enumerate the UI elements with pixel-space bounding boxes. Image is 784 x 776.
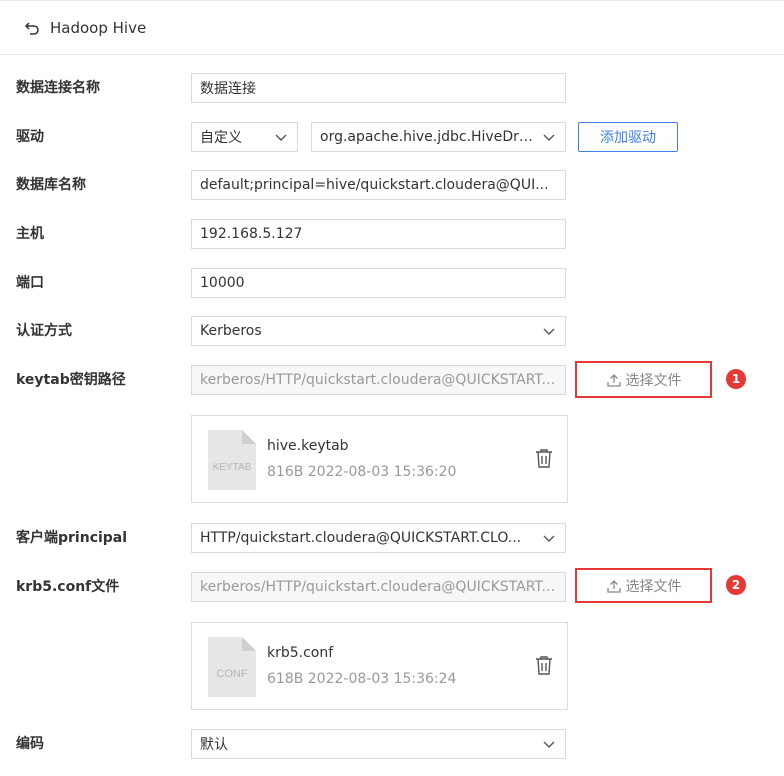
keytab-file-meta: 816B 2022-08-03 15:36:20 (267, 464, 457, 480)
back-arrow-icon[interactable] (24, 19, 42, 37)
file-icon: CONF (208, 637, 256, 697)
principal-label: 客户端principal (16, 530, 128, 546)
conn-name-label: 数据连接名称 (16, 80, 100, 96)
host-label: 主机 (16, 226, 44, 242)
encoding-label: 编码 (16, 736, 44, 752)
conn-name-input[interactable]: 数据连接 (191, 73, 566, 103)
upload-icon (606, 373, 621, 387)
keytab-upload-highlight: 选择文件 (575, 361, 712, 398)
upload-icon (606, 579, 621, 593)
krb5-label: krb5.conf文件 (16, 579, 120, 595)
keytab-label: keytab密钥路径 (16, 372, 126, 388)
principal-select[interactable]: HTTP/quickstart.cloudera@QUICKSTART.CLO.… (191, 523, 566, 553)
keytab-file-card: KEYTAB hive.keytab 816B 2022-08-03 15:36… (191, 415, 568, 503)
krb5-upload-highlight: 选择文件 (575, 568, 712, 603)
file-icon-text: KEYTAB (213, 462, 252, 473)
encoding-select[interactable]: 默认 (191, 729, 566, 759)
page-header: Hadoop Hive (0, 0, 784, 55)
keytab-upload-button[interactable]: 选择文件 (577, 363, 710, 396)
auth-label: 认证方式 (16, 323, 72, 339)
page-title: Hadoop Hive (50, 18, 147, 37)
step-badge-2: 2 (726, 575, 746, 595)
chevron-down-icon (543, 535, 555, 542)
trash-icon[interactable] (535, 655, 553, 675)
db-name-label: 数据库名称 (16, 177, 86, 193)
driver-type-select[interactable]: 自定义 (191, 122, 298, 152)
chevron-down-icon (275, 134, 287, 141)
driver-class-select[interactable]: org.apache.hive.jdbc.HiveDri... (311, 122, 566, 152)
host-input[interactable]: 192.168.5.127 (191, 219, 566, 249)
chevron-down-icon (543, 328, 555, 335)
add-driver-button[interactable]: 添加驱动 (578, 122, 678, 152)
krb5-upload-button[interactable]: 选择文件 (577, 570, 710, 601)
chevron-down-icon (543, 741, 555, 748)
auth-select[interactable]: Kerberos (191, 316, 566, 346)
port-input[interactable]: 10000 (191, 268, 566, 298)
krb5-file-meta: 618B 2022-08-03 15:36:24 (267, 671, 457, 687)
step-badge-1: 1 (726, 369, 746, 389)
port-label: 端口 (16, 275, 44, 291)
keytab-file-name: hive.keytab (267, 438, 349, 454)
krb5-file-card: CONF krb5.conf 618B 2022-08-03 15:36:24 (191, 622, 568, 710)
krb5-path-input: kerberos/HTTP/quickstart.cloudera@QUICKS… (191, 572, 566, 602)
file-icon-text: CONF (216, 668, 247, 680)
chevron-down-icon (543, 134, 555, 141)
file-icon: KEYTAB (208, 430, 256, 490)
db-name-input[interactable]: default;principal=hive/quickstart.cloude… (191, 170, 566, 200)
driver-label: 驱动 (16, 129, 44, 145)
keytab-path-input: kerberos/HTTP/quickstart.cloudera@QUICKS… (191, 365, 566, 395)
krb5-file-name: krb5.conf (267, 645, 334, 661)
trash-icon[interactable] (535, 448, 553, 468)
